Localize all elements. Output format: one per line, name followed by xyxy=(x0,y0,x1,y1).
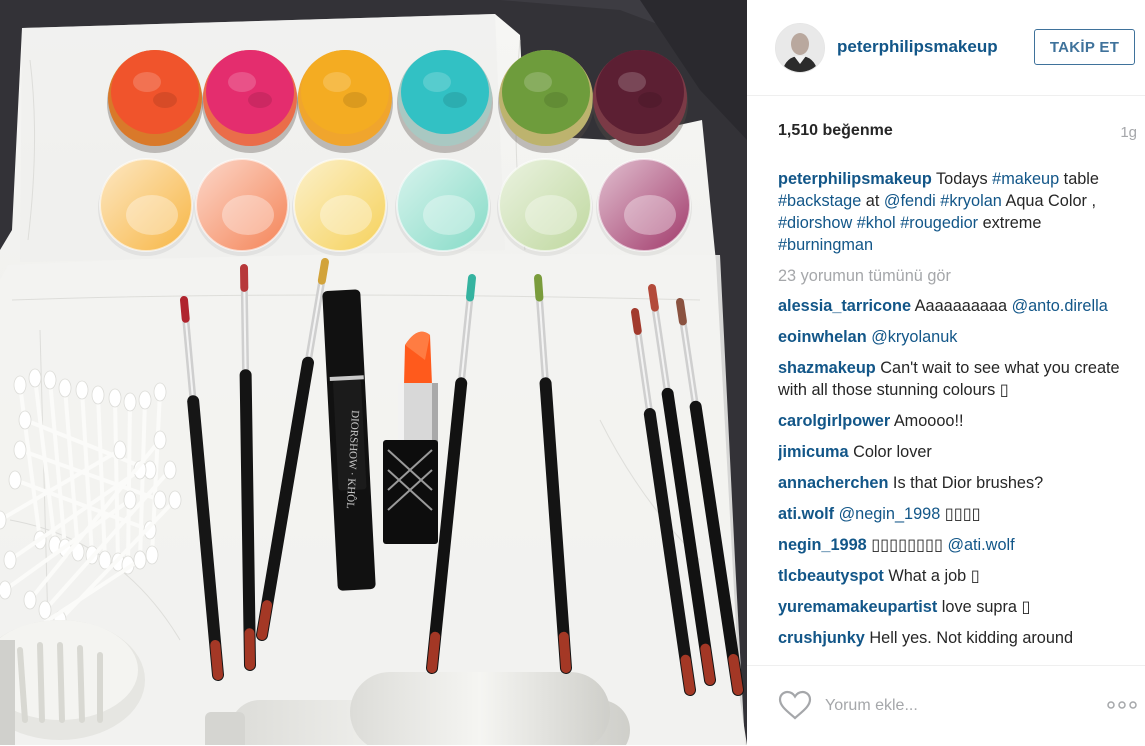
comment-item: eoinwhelan @kryolanuk xyxy=(778,326,1140,348)
mention-link[interactable]: #rougedior xyxy=(900,214,978,232)
comment-username[interactable]: ati.wolf xyxy=(778,505,834,523)
comment-username[interactable]: alessia_tarricone xyxy=(778,297,911,315)
paint-pot-top xyxy=(397,50,493,153)
paint-pot-bottom xyxy=(292,159,388,256)
comment-username[interactable]: yuremamakeupartist xyxy=(778,598,937,616)
paint-pot-bottom xyxy=(194,159,290,256)
comment-username[interactable]: tlcbeautyspot xyxy=(778,567,884,585)
likes-count[interactable]: 1,510 beğenme xyxy=(778,122,893,140)
comment-item: ati.wolf @negin_1998 ▯▯▯▯ xyxy=(778,503,1140,525)
paint-pot-top xyxy=(107,50,203,153)
mention-link[interactable]: @kryolanuk xyxy=(871,328,957,346)
comment-username[interactable]: peterphilipsmakeup xyxy=(778,170,932,188)
comment-username[interactable]: carolgirlpower xyxy=(778,412,890,430)
view-all-comments-link[interactable]: 23 yorumun tümünü gör xyxy=(778,265,1140,287)
add-comment-input[interactable]: Yorum ekle... xyxy=(825,697,918,715)
mention-link[interactable]: @ati.wolf xyxy=(947,536,1014,554)
mention-link[interactable]: @fendi xyxy=(884,192,936,210)
paint-pot-bottom xyxy=(98,159,194,256)
paint-pot-bottom xyxy=(497,159,593,256)
comment-text: Is that Dior brushes? xyxy=(888,474,1043,492)
paint-pot-top xyxy=(498,50,594,153)
comment-username[interactable]: jimicuma xyxy=(778,443,849,461)
makeup-table-image: DIORSHOW · KHÔL xyxy=(0,0,747,745)
comment-text: ▯▯▯▯ xyxy=(940,505,980,523)
mention-link[interactable]: #kryolan xyxy=(940,192,1002,210)
user-avatar-image xyxy=(776,24,824,72)
comment-item: carolgirlpower Amoooo!! xyxy=(778,410,1140,432)
mention-link[interactable]: @anto.dirella xyxy=(1012,297,1108,315)
follow-button[interactable]: TAKİP ET xyxy=(1034,29,1135,65)
mention-link[interactable]: #makeup xyxy=(992,170,1059,188)
post-photo[interactable]: DIORSHOW · KHÔL xyxy=(0,0,747,745)
comment-item: alessia_tarricone Aaaaaaaaaa @anto.direl… xyxy=(778,295,1140,317)
comment-username[interactable]: shazmakeup xyxy=(778,359,876,377)
comment-item: tlcbeautyspot What a job ▯ xyxy=(778,565,1140,587)
comment-item: shazmakeup Can't wait to see what you cr… xyxy=(778,357,1140,401)
comment-text: love supra ▯ xyxy=(937,598,1030,616)
paint-pot-top xyxy=(297,50,393,153)
comment-text: Aaaaaaaaaa xyxy=(911,297,1012,315)
mention-link[interactable]: #khol xyxy=(857,214,896,232)
comment-item: yuremamakeupartist love supra ▯ xyxy=(778,596,1140,618)
paint-pot-bottom xyxy=(596,159,692,256)
paint-pot-top xyxy=(592,50,688,153)
comment-item: annacherchen Is that Dior brushes? xyxy=(778,472,1140,494)
post-caption: peterphilipsmakeup Todays #makeup table … xyxy=(778,168,1140,256)
post-header: peterphilipsmakeup TAKİP ET xyxy=(747,0,1145,96)
mention-link[interactable]: @negin_1998 xyxy=(839,505,941,523)
comment-item: negin_1998 ▯▯▯▯▯▯▯▯ @ati.wolf xyxy=(778,534,1140,556)
comment-item: crushjunky Hell yes. Not kidding around xyxy=(778,627,1140,649)
comment-username[interactable]: annacherchen xyxy=(778,474,888,492)
paint-pot-bottom xyxy=(395,159,491,256)
paint-pot-top xyxy=(202,50,298,153)
comment-text: at xyxy=(861,192,884,210)
post-sidebar: peterphilipsmakeup TAKİP ET 1,510 beğenm… xyxy=(747,0,1145,745)
header-username[interactable]: peterphilipsmakeup xyxy=(837,37,998,57)
comment-text: ▯▯▯▯▯▯▯▯ xyxy=(867,536,948,554)
comment-username[interactable]: eoinwhelan xyxy=(778,328,867,346)
comments-list: peterphilipsmakeup Todays #makeup table … xyxy=(778,168,1140,665)
mention-link[interactable]: #diorshow xyxy=(778,214,852,232)
comment-text: Hell yes. Not kidding around xyxy=(865,629,1073,647)
avatar[interactable] xyxy=(775,23,825,73)
comment-text: Todays xyxy=(932,170,992,188)
mention-link[interactable]: #burningman xyxy=(778,236,873,254)
post-time[interactable]: 1g xyxy=(1120,124,1137,141)
heart-icon[interactable] xyxy=(778,690,812,720)
comment-text: What a job ▯ xyxy=(884,567,980,585)
comment-text: Aqua Color , xyxy=(1002,192,1096,210)
comment-username[interactable]: crushjunky xyxy=(778,629,865,647)
comment-text: extreme xyxy=(978,214,1041,232)
comment-text: Amoooo!! xyxy=(890,412,963,430)
more-options-icon[interactable] xyxy=(1107,700,1137,710)
post-footer: Yorum ekle... xyxy=(747,665,1145,746)
mention-link[interactable]: #backstage xyxy=(778,192,861,210)
comment-text: Color lover xyxy=(849,443,932,461)
comment-text: table xyxy=(1059,170,1099,188)
comment-username[interactable]: negin_1998 xyxy=(778,536,867,554)
comment-item: jimicuma Color lover xyxy=(778,441,1140,463)
